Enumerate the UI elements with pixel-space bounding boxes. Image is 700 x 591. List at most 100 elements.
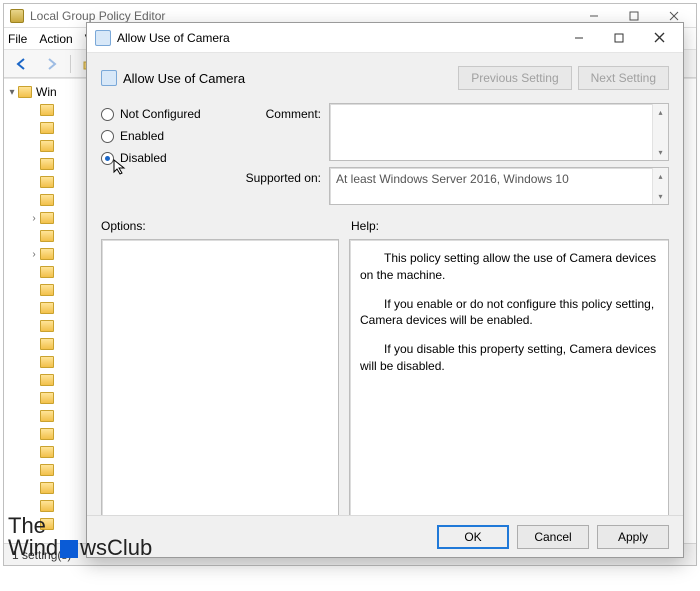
close-icon — [669, 11, 679, 21]
tree-folder-node[interactable] — [6, 101, 91, 119]
scroll-up-icon[interactable]: ▴ — [653, 168, 668, 184]
help-paragraph: If you disable this property setting, Ca… — [360, 341, 658, 375]
dialog-body: Allow Use of Camera Previous Setting Nex… — [87, 53, 683, 515]
help-paragraph: If you enable or do not configure this p… — [360, 296, 658, 330]
tree-folder-node[interactable] — [6, 191, 91, 209]
tree-folder-node[interactable] — [6, 335, 91, 353]
tree-folder-node[interactable] — [6, 425, 91, 443]
comment-textbox[interactable]: ▴ ▾ — [329, 103, 669, 161]
maximize-icon — [614, 33, 624, 43]
tree-folder-node[interactable] — [6, 173, 91, 191]
tree-folder-node[interactable] — [6, 479, 91, 497]
policy-icon — [95, 30, 111, 46]
supported-on-box: At least Windows Server 2016, Windows 10… — [329, 167, 669, 205]
folder-icon — [40, 104, 54, 116]
radio-disabled[interactable]: Disabled — [101, 151, 229, 165]
dialog-minimize-button[interactable] — [559, 24, 599, 52]
radio-label: Disabled — [120, 151, 167, 165]
folder-icon — [40, 212, 54, 224]
dialog-close-button[interactable] — [639, 24, 679, 52]
folder-icon — [40, 284, 54, 296]
dialog-footer: OK Cancel Apply — [87, 515, 683, 557]
supported-label: Supported on: — [241, 167, 321, 185]
minimize-icon — [574, 33, 584, 43]
apply-button[interactable]: Apply — [597, 525, 669, 549]
folder-icon — [40, 392, 54, 404]
tree-root-node[interactable]: ▾Win — [6, 83, 91, 101]
arrow-right-icon — [45, 57, 59, 71]
tree-folder-node[interactable] — [6, 461, 91, 479]
cancel-button[interactable]: Cancel — [517, 525, 589, 549]
supported-scrollbar[interactable]: ▴ ▾ — [652, 168, 668, 204]
folder-icon — [40, 500, 54, 512]
previous-setting-button[interactable]: Previous Setting — [458, 66, 571, 90]
folder-icon — [40, 194, 54, 206]
options-label: Options: — [101, 219, 339, 233]
tree-folder-node[interactable] — [6, 281, 91, 299]
toolbar-back-button[interactable] — [10, 53, 34, 75]
folder-icon — [18, 86, 32, 98]
scroll-down-icon[interactable]: ▾ — [653, 188, 668, 204]
policy-icon — [101, 70, 117, 86]
folder-icon — [40, 176, 54, 188]
folder-icon — [40, 518, 54, 530]
tree-folder-node[interactable] — [6, 371, 91, 389]
dialog-header-row: Allow Use of Camera Previous Setting Nex… — [101, 63, 669, 93]
comment-scrollbar[interactable]: ▴ ▾ — [652, 104, 668, 160]
tree-folder-node[interactable]: › — [6, 209, 91, 227]
maximize-icon — [629, 11, 639, 21]
tree-folder-node[interactable] — [6, 389, 91, 407]
folder-icon — [40, 158, 54, 170]
menu-file[interactable]: File — [8, 32, 27, 46]
dialog-config-area: Not Configured Enabled Disabled Comment: — [101, 103, 669, 205]
status-text: 1 setting(s) — [12, 548, 71, 562]
tree-folder-node[interactable] — [6, 155, 91, 173]
folder-icon — [40, 338, 54, 350]
dialog-titlebar[interactable]: Allow Use of Camera — [87, 23, 683, 53]
folder-icon — [40, 428, 54, 440]
folder-icon — [40, 320, 54, 332]
tree-folder-node[interactable] — [6, 263, 91, 281]
gpedit-tree[interactable]: ▾Win › › — [4, 79, 94, 543]
tree-folder-node[interactable] — [6, 353, 91, 371]
dialog-header-text: Allow Use of Camera — [123, 71, 245, 86]
scroll-down-icon[interactable]: ▾ — [653, 144, 668, 160]
menu-action[interactable]: Action — [39, 32, 72, 46]
close-icon — [654, 32, 665, 43]
comment-label: Comment: — [241, 103, 321, 121]
next-setting-button[interactable]: Next Setting — [578, 66, 669, 90]
arrow-left-icon — [15, 57, 29, 71]
folder-icon — [40, 248, 54, 260]
radio-not-configured[interactable]: Not Configured — [101, 107, 229, 121]
toolbar-forward-button[interactable] — [40, 53, 64, 75]
tree-folder-node[interactable] — [6, 497, 91, 515]
radio-label: Not Configured — [120, 107, 201, 121]
dialog-header-title: Allow Use of Camera — [101, 70, 452, 86]
tree-folder-node[interactable] — [6, 227, 91, 245]
folder-icon — [40, 140, 54, 152]
folder-icon — [40, 374, 54, 386]
tree-folder-node[interactable] — [6, 407, 91, 425]
tree-folder-node[interactable] — [6, 137, 91, 155]
tree-folder-node[interactable] — [6, 119, 91, 137]
tree-folder-node[interactable] — [6, 299, 91, 317]
help-label: Help: — [351, 219, 669, 233]
help-paragraph: This policy setting allow the use of Cam… — [360, 250, 658, 284]
help-panel[interactable]: This policy setting allow the use of Cam… — [349, 239, 669, 517]
radio-group: Not Configured Enabled Disabled — [101, 103, 229, 205]
tree-folder-node[interactable]: › — [6, 245, 91, 263]
gpedit-app-icon — [10, 9, 24, 23]
scroll-up-icon[interactable]: ▴ — [653, 104, 668, 120]
folder-icon — [40, 230, 54, 242]
dialog-title: Allow Use of Camera — [117, 31, 230, 45]
tree-folder-node[interactable] — [6, 317, 91, 335]
ok-button[interactable]: OK — [437, 525, 509, 549]
radio-icon — [101, 130, 114, 143]
folder-icon — [40, 410, 54, 422]
options-panel[interactable] — [101, 239, 339, 517]
tree-folder-node[interactable] — [6, 515, 91, 533]
radio-enabled[interactable]: Enabled — [101, 129, 229, 143]
tree-folder-node[interactable] — [6, 443, 91, 461]
dialog-maximize-button[interactable] — [599, 24, 639, 52]
radio-icon — [101, 108, 114, 121]
